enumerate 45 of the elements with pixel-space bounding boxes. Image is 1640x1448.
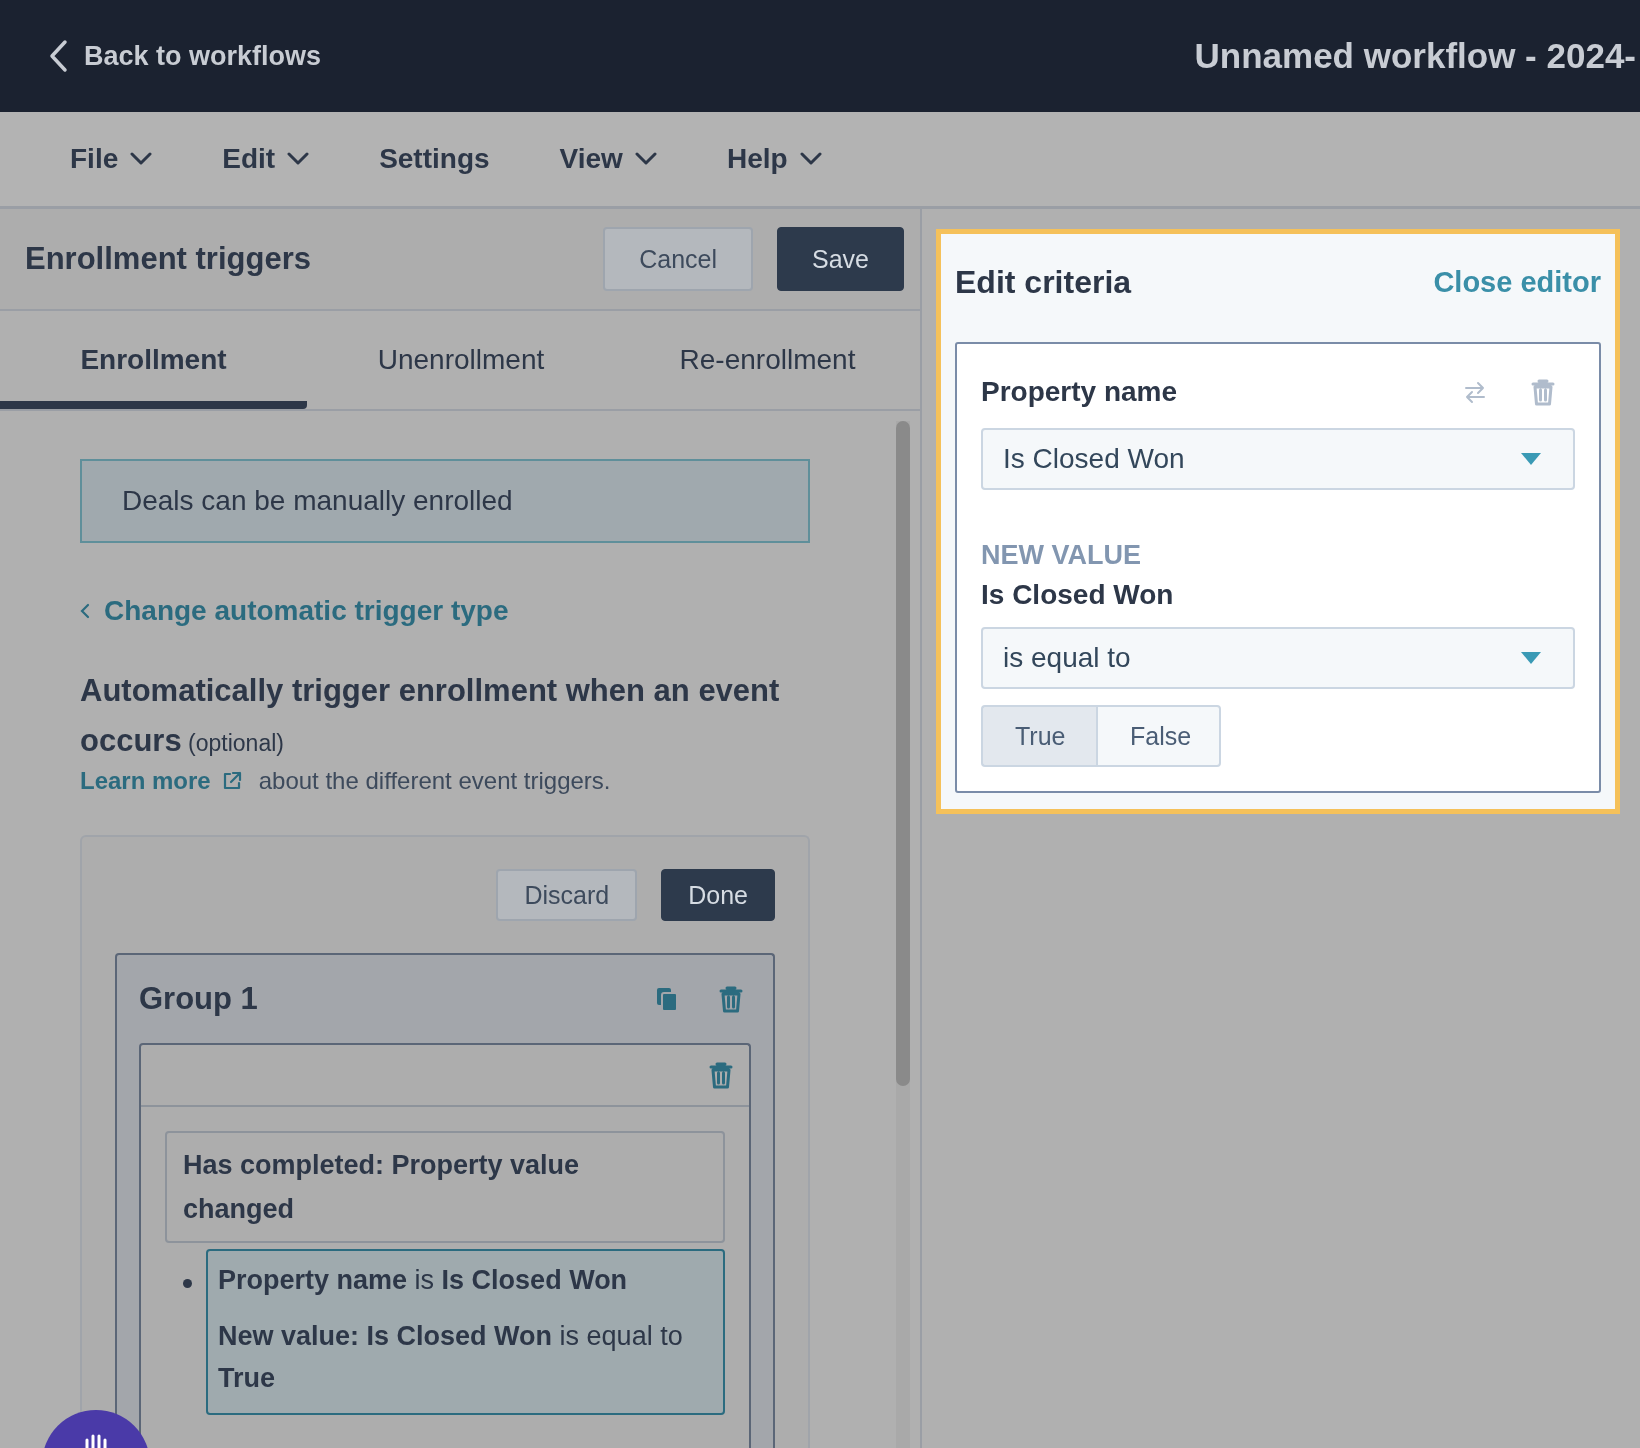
menu-item[interactable]: Settings bbox=[359, 135, 510, 183]
menu-item[interactable]: Edit bbox=[202, 135, 330, 183]
menu-item[interactable]: Help bbox=[706, 135, 842, 183]
menu-item[interactable]: File bbox=[50, 135, 173, 183]
chevron-left-icon bbox=[80, 603, 90, 619]
section-label: NEW VALUE bbox=[981, 540, 1142, 571]
tab[interactable]: Re-enrollment bbox=[615, 311, 920, 409]
field-label: Is Closed Won bbox=[981, 579, 1175, 611]
help-text: about the different event triggers. bbox=[258, 767, 611, 795]
property-dropdown[interactable]: Is Closed Won bbox=[981, 428, 1575, 490]
delete-icon[interactable] bbox=[709, 1061, 733, 1089]
close-editor-link[interactable]: Close editor bbox=[1433, 265, 1601, 299]
caret-icon bbox=[1521, 652, 1541, 664]
toggle-option[interactable]: False bbox=[1096, 705, 1221, 767]
panel-title: Enrollment triggers bbox=[25, 241, 311, 277]
action-button[interactable]: Cancel bbox=[603, 227, 753, 291]
panel-title: Edit criteria bbox=[955, 263, 1132, 301]
chevron-down-icon bbox=[287, 152, 310, 166]
back-link[interactable]: Back to workflows bbox=[48, 39, 322, 73]
copy-icon[interactable] bbox=[655, 986, 679, 1012]
event-box: Has completed: Property value changed bbox=[165, 1131, 725, 1243]
swap-icon[interactable] bbox=[1463, 380, 1487, 404]
field-label: Property name bbox=[981, 376, 1178, 408]
chevron-down-icon bbox=[799, 152, 822, 166]
action-button[interactable]: Done bbox=[661, 869, 775, 921]
tab[interactable]: Enrollment bbox=[0, 311, 307, 409]
scrollbar[interactable] bbox=[896, 421, 910, 1448]
menu-item[interactable]: View bbox=[539, 135, 677, 183]
workflow-title: Unnamed workflow - 2024- bbox=[1194, 36, 1636, 76]
toggle-option[interactable]: True bbox=[981, 705, 1096, 767]
group-title: Group 1 bbox=[139, 981, 258, 1017]
chevron-down-icon bbox=[130, 152, 153, 166]
notice-box: Deals can be manually enrolled bbox=[80, 459, 810, 543]
caret-icon bbox=[1521, 453, 1541, 465]
action-button[interactable]: Save bbox=[777, 227, 904, 291]
delete-icon[interactable] bbox=[1531, 378, 1555, 406]
section-heading: Automatically trigger enrollment when an event occurs (optional) bbox=[80, 672, 780, 760]
bullet-icon bbox=[183, 1279, 192, 1288]
operator-dropdown[interactable]: is equal to bbox=[981, 627, 1575, 689]
chevron-down-icon bbox=[634, 152, 657, 166]
delete-icon[interactable] bbox=[719, 985, 743, 1013]
action-button[interactable]: Discard bbox=[496, 869, 638, 921]
chevron-left-icon bbox=[48, 39, 68, 73]
tab[interactable]: Unenrollment bbox=[307, 311, 615, 409]
criterion-box[interactable]: Property name is Is Closed Won New value: Is Closed Won is equal to True bbox=[206, 1249, 725, 1415]
